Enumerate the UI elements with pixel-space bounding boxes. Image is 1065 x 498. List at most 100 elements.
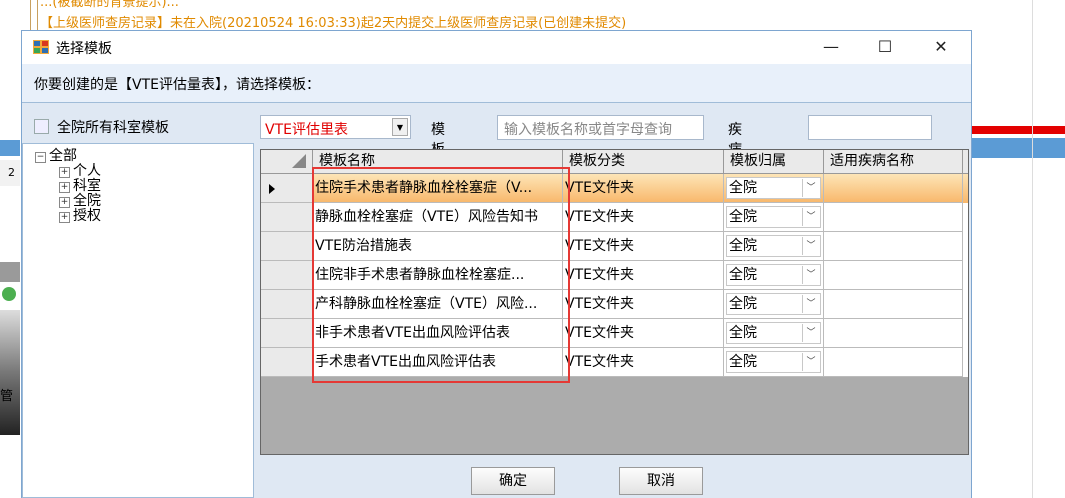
background-red-bar: [972, 126, 1065, 134]
minimize-button[interactable]: —: [808, 31, 854, 63]
grid-header: 模板名称 模板分类 模板归属 适用疾病名称: [261, 150, 968, 174]
table-row[interactable]: 产科静脉血栓栓塞症（VTE）风险... VTE文件夹 全院 ﹀: [261, 290, 968, 319]
cancel-button[interactable]: 取消: [619, 467, 703, 495]
template-owner-cell[interactable]: 全院 ﹀: [724, 232, 824, 261]
template-name-cell[interactable]: 静脉血栓栓塞症（VTE）风险告知书: [313, 203, 563, 232]
template-category-cell[interactable]: VTE文件夹: [563, 261, 724, 290]
ok-button[interactable]: 确定: [471, 467, 555, 495]
template-category-cell[interactable]: VTE文件夹: [563, 348, 724, 377]
template-category-cell[interactable]: VTE文件夹: [563, 319, 724, 348]
row-header[interactable]: [261, 290, 313, 319]
template-name-cell[interactable]: 住院手术患者静脉血栓栓塞症（V...: [313, 174, 563, 203]
expand-icon[interactable]: +: [59, 182, 70, 193]
tree-node-label: 全部: [49, 148, 77, 164]
disease-name-input[interactable]: [808, 115, 932, 140]
tree-node-personal[interactable]: + 个人: [59, 164, 101, 179]
template-name-input[interactable]: 输入模板名称或首字母查询: [497, 115, 704, 140]
expand-icon[interactable]: +: [59, 212, 70, 223]
template-name-cell[interactable]: 手术患者VTE出血风险评估表: [313, 348, 563, 377]
chevron-down-icon[interactable]: ﹀: [802, 353, 819, 371]
owner-combo[interactable]: 全院 ﹀: [726, 235, 821, 257]
table-row[interactable]: 手术患者VTE出血风险评估表 VTE文件夹 全院 ﹀: [261, 348, 968, 377]
dialog-body: 全院所有科室模板 − 全部 + 个人 + 科室 + 全院 + 授权 VTE评估里…: [22, 103, 971, 498]
tree-node-root[interactable]: − 全部: [35, 149, 77, 164]
chevron-down-icon[interactable]: ▼: [392, 118, 408, 136]
template-name-cell[interactable]: 住院非手术患者静脉血栓栓塞症...: [313, 261, 563, 290]
close-button[interactable]: ✕: [918, 31, 964, 63]
dialog-title: 选择模板: [56, 41, 112, 57]
template-disease-cell[interactable]: [824, 261, 963, 290]
app-icon: [33, 40, 49, 54]
row-header[interactable]: [261, 174, 313, 203]
template-category-cell[interactable]: VTE文件夹: [563, 174, 724, 203]
template-owner-cell[interactable]: 全院 ﹀: [724, 290, 824, 319]
chevron-down-icon[interactable]: ﹀: [802, 179, 819, 197]
template-owner-cell[interactable]: 全院 ﹀: [724, 348, 824, 377]
column-header-disease[interactable]: 适用疾病名称: [824, 150, 963, 173]
table-row[interactable]: VTE防治措施表 VTE文件夹 全院 ﹀: [261, 232, 968, 261]
template-category-cell[interactable]: VTE文件夹: [563, 290, 724, 319]
table-row[interactable]: 非手术患者VTE出血风险评估表 VTE文件夹 全院 ﹀: [261, 319, 968, 348]
owner-combo[interactable]: 全院 ﹀: [726, 351, 821, 373]
template-owner-cell[interactable]: 全院 ﹀: [724, 261, 824, 290]
template-name-cell[interactable]: 产科静脉血栓栓塞症（VTE）风险...: [313, 290, 563, 319]
template-name-cell[interactable]: VTE防治措施表: [313, 232, 563, 261]
chevron-down-icon[interactable]: ﹀: [802, 266, 819, 284]
all-templates-checkbox[interactable]: [34, 119, 49, 134]
owner-combo[interactable]: 全院 ﹀: [726, 206, 821, 228]
tree-node-authorized[interactable]: + 授权: [59, 209, 101, 224]
owner-value: 全院: [729, 325, 757, 341]
left-panel: 全院所有科室模板 − 全部 + 个人 + 科室 + 全院 + 授权: [22, 103, 254, 498]
all-templates-checkbox-row[interactable]: 全院所有科室模板: [34, 117, 169, 137]
category-dropdown[interactable]: VTE评估里表 ▼: [260, 115, 411, 139]
template-category-cell[interactable]: VTE文件夹: [563, 232, 724, 261]
template-disease-cell[interactable]: [824, 203, 963, 232]
row-header[interactable]: [261, 203, 313, 232]
template-owner-cell[interactable]: 全院 ﹀: [724, 319, 824, 348]
template-disease-cell[interactable]: [824, 319, 963, 348]
collapse-icon[interactable]: −: [35, 152, 46, 163]
template-disease-cell[interactable]: [824, 290, 963, 319]
owner-combo[interactable]: 全院 ﹀: [726, 177, 821, 199]
maximize-button[interactable]: ☐: [862, 31, 908, 63]
owner-value: 全院: [729, 267, 757, 283]
select-template-dialog: 选择模板 — ☐ ✕ 你要创建的是【VTE评估量表】，请选择模板： 全院所有科室…: [21, 30, 972, 498]
row-header[interactable]: [261, 319, 313, 348]
chevron-down-icon[interactable]: ﹀: [802, 208, 819, 226]
prompt-text: 你要创建的是【VTE评估量表】，请选择模板：: [34, 77, 320, 93]
owner-value: 全院: [729, 180, 757, 196]
table-row[interactable]: 住院非手术患者静脉血栓栓塞症... VTE文件夹 全院 ﹀: [261, 261, 968, 290]
row-header[interactable]: [261, 261, 313, 290]
expand-icon[interactable]: +: [59, 197, 70, 208]
row-header[interactable]: [261, 232, 313, 261]
template-disease-cell[interactable]: [824, 348, 963, 377]
grid-corner[interactable]: [261, 150, 313, 173]
template-name-cell[interactable]: 非手术患者VTE出血风险评估表: [313, 319, 563, 348]
template-disease-cell[interactable]: [824, 232, 963, 261]
title-bar[interactable]: 选择模板 — ☐ ✕: [22, 31, 971, 63]
column-header-name[interactable]: 模板名称: [313, 150, 563, 173]
template-owner-cell[interactable]: 全院 ﹀: [724, 203, 824, 232]
template-owner-cell[interactable]: 全院 ﹀: [724, 174, 824, 203]
table-row[interactable]: 静脉血栓栓塞症（VTE）风险告知书 VTE文件夹 全院 ﹀: [261, 203, 968, 232]
background-photo: [0, 310, 20, 435]
owner-value: 全院: [729, 209, 757, 225]
table-row[interactable]: 住院手术患者静脉血栓栓塞症（V... VTE文件夹 全院 ﹀: [261, 174, 968, 203]
tree-node-hospital[interactable]: + 全院: [59, 194, 101, 209]
template-disease-cell[interactable]: [824, 174, 963, 203]
column-header-owner[interactable]: 模板归属: [724, 150, 824, 173]
background-text: 管: [0, 389, 14, 404]
owner-combo[interactable]: 全院 ﹀: [726, 322, 821, 344]
template-category-cell[interactable]: VTE文件夹: [563, 203, 724, 232]
expand-icon[interactable]: +: [59, 167, 70, 178]
owner-value: 全院: [729, 238, 757, 254]
chevron-down-icon[interactable]: ﹀: [802, 324, 819, 342]
chevron-down-icon[interactable]: ﹀: [802, 237, 819, 255]
owner-combo[interactable]: 全院 ﹀: [726, 264, 821, 286]
background-block: [0, 262, 20, 282]
column-header-category[interactable]: 模板分类: [563, 150, 724, 173]
owner-combo[interactable]: 全院 ﹀: [726, 293, 821, 315]
chevron-down-icon[interactable]: ﹀: [802, 295, 819, 313]
row-header[interactable]: [261, 348, 313, 377]
tree-node-department[interactable]: + 科室: [59, 179, 101, 194]
